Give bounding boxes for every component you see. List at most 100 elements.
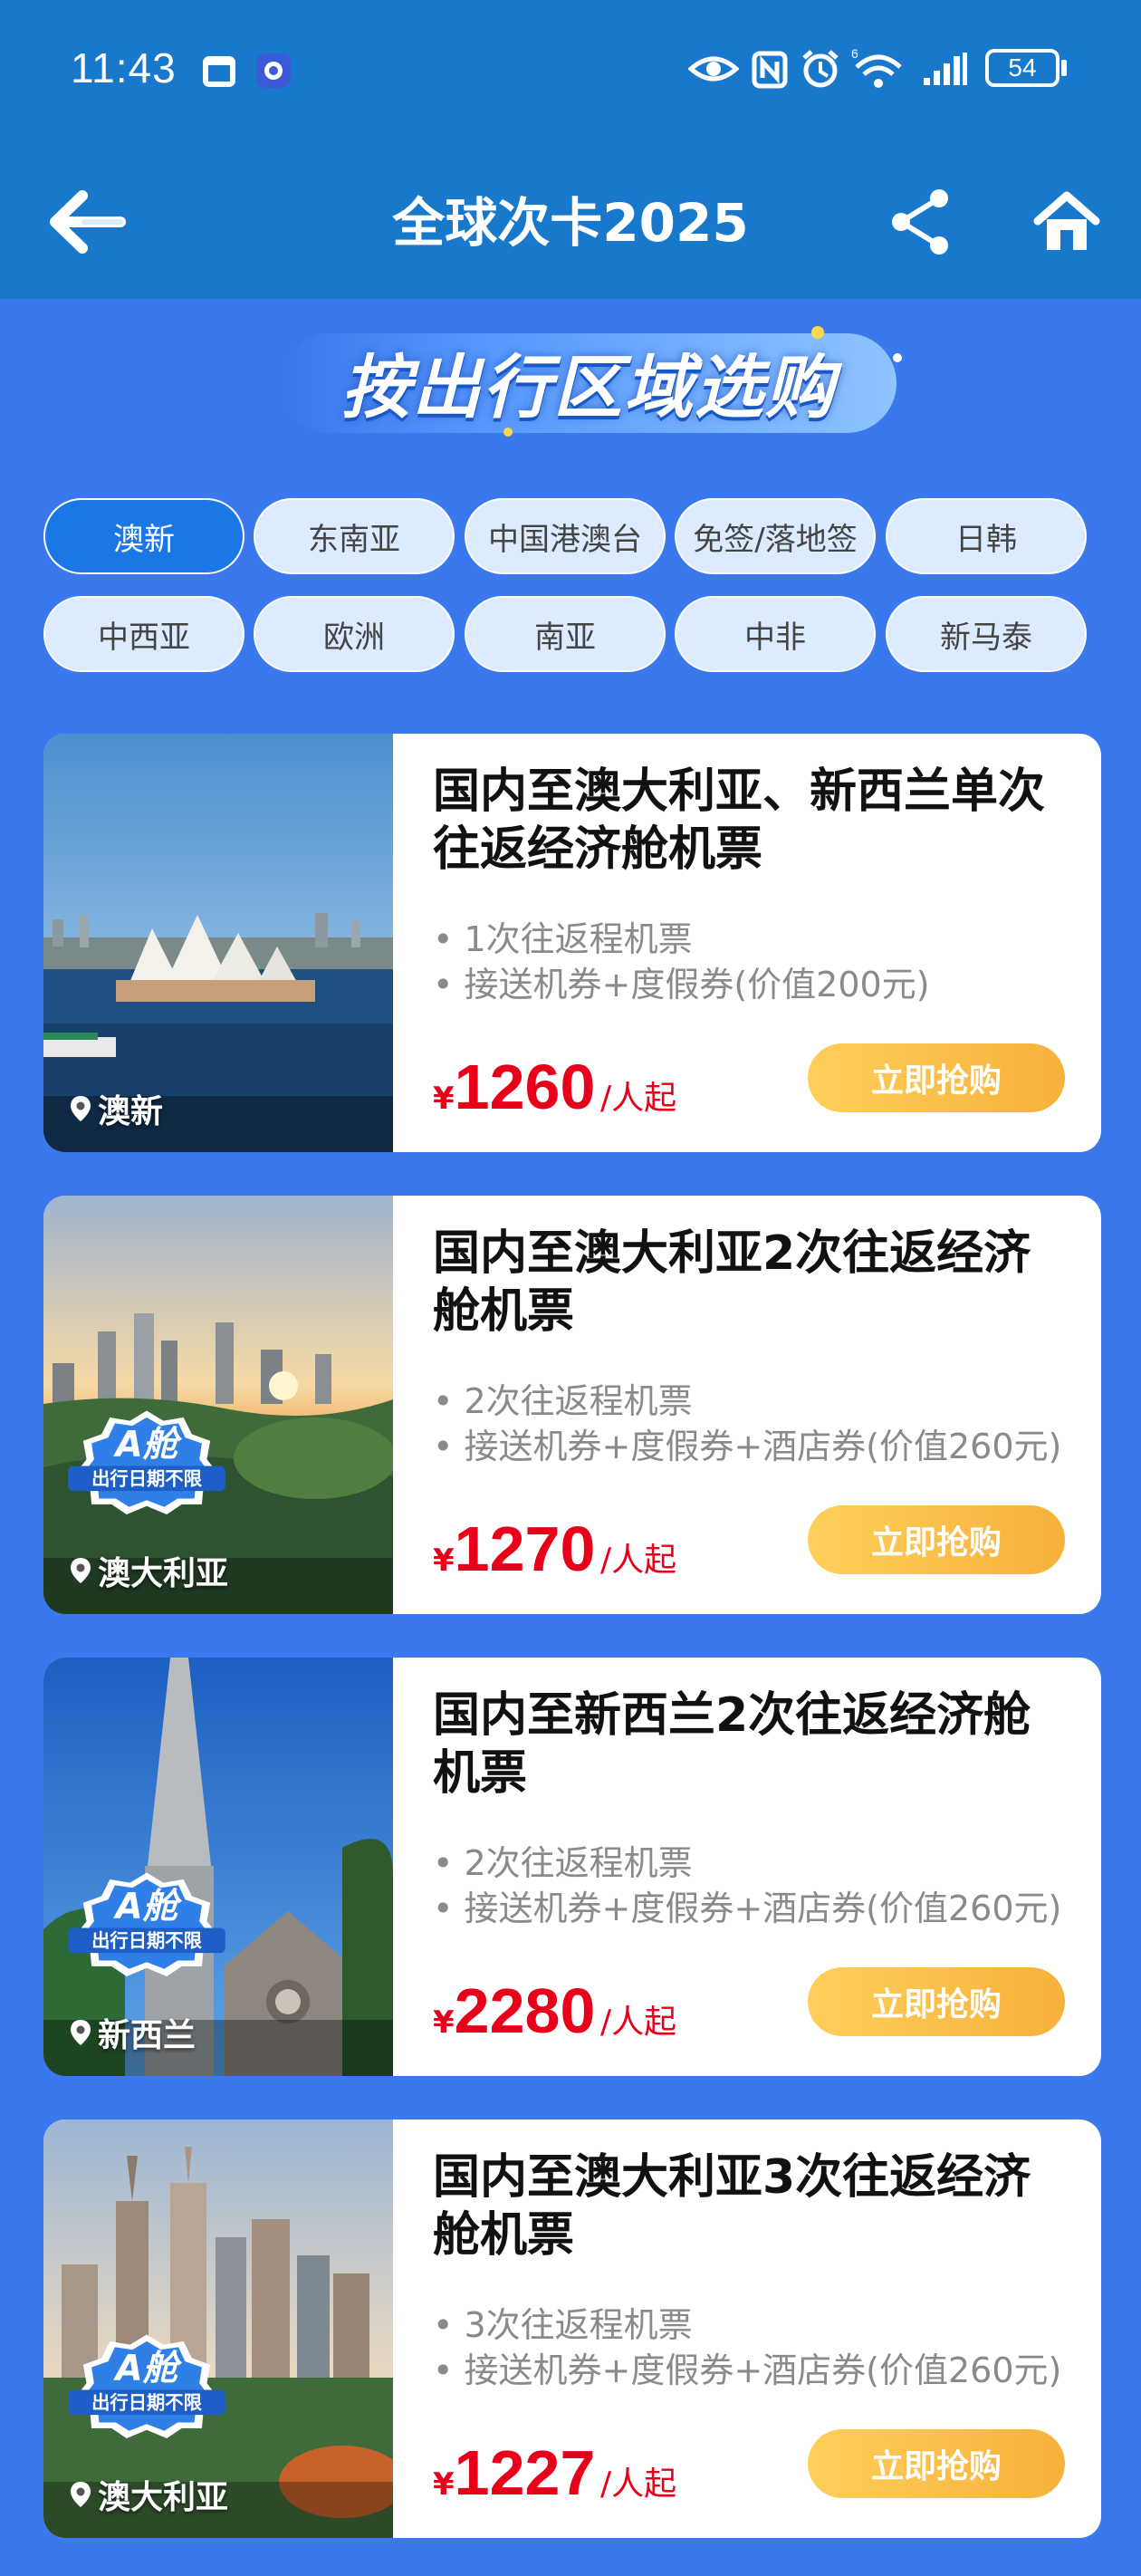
feature-text: 接送机券+度假券+酒店券(价值260元): [464, 1427, 1062, 1466]
location-pin-icon: [71, 2482, 91, 2507]
home-icon: [1033, 191, 1100, 250]
tab-region[interactable]: 东南亚: [254, 498, 455, 574]
feature-text: 2次往返程机票: [464, 1843, 693, 1883]
badge-subtitle: 出行日期不限: [91, 2392, 202, 2414]
location-pin-icon: [71, 1558, 91, 1583]
location-text: 澳大利亚: [98, 1555, 229, 1592]
cabin-a-badge: A舱 出行日期不限: [68, 1410, 225, 1514]
product-card[interactable]: A舱 出行日期不限 澳大利亚 国内至澳大利亚2次往返经济舱机票 • 2次往返程机…: [43, 1196, 1101, 1614]
feature-item: • 接送机券+度假券(价值200元): [433, 965, 930, 1004]
tab-region[interactable]: 新马泰: [886, 596, 1087, 672]
badge-subtitle: 出行日期不限: [91, 1468, 202, 1490]
price: ¥1270 /人起: [433, 1513, 676, 1585]
currency-symbol: ¥: [433, 2004, 455, 2041]
tab-region[interactable]: 南亚: [465, 596, 666, 672]
home-button[interactable]: [1021, 177, 1112, 267]
price: ¥2280 /人起: [433, 1975, 676, 2047]
svg-text:6: 6: [851, 46, 858, 61]
tab-region[interactable]: 欧洲: [254, 596, 455, 672]
location-label: 新西兰: [69, 2009, 196, 2056]
product-image: A舱 出行日期不限 新西兰: [43, 1658, 393, 2076]
feature-text: 接送机券+度假券(价值200元): [464, 965, 930, 1004]
battery-level: 54: [1008, 53, 1037, 82]
buy-now-button[interactable]: 立即抢购: [808, 2429, 1065, 2498]
status-time: 11:43: [71, 44, 177, 91]
price-value: 1260: [454, 1052, 596, 1122]
tab-region[interactable]: 中国港澳台: [465, 498, 666, 574]
feature-item: • 接送机券+度假券+酒店券(价值260元): [433, 2350, 1062, 2390]
calendar-icon: [203, 56, 235, 87]
location-text: 澳新: [98, 1093, 164, 1130]
product-title: 国内至澳大利亚2次往返经济舱机票: [433, 1226, 1031, 1339]
feature-text: 接送机券+度假券+酒店券(价值260元): [464, 2350, 1062, 2390]
product-title: 国内至新西兰2次往返经济舱机票: [433, 1688, 1031, 1801]
nfc-icon: [752, 51, 788, 89]
tab-region[interactable]: 中西亚: [43, 596, 244, 672]
product-image: A舱 出行日期不限 澳大利亚: [43, 2119, 393, 2538]
cabin-a-badge: A舱 出行日期不限: [68, 2334, 225, 2438]
badge-title: A舱: [113, 1424, 183, 1465]
product-title: 国内至澳大利亚3次往返经济舱机票: [433, 2150, 1031, 2263]
alarm-icon: [802, 50, 839, 88]
feature-item: • 1次往返程机票: [433, 919, 693, 959]
battery-tip: [1061, 60, 1067, 76]
price-value: 1270: [454, 1514, 596, 1584]
feature-item: • 2次往返程机票: [433, 1381, 693, 1421]
location-label: 澳大利亚: [69, 1547, 228, 1594]
feature-text: 2次往返程机票: [464, 1381, 693, 1421]
app-notification-icon: [256, 53, 291, 88]
location-text: 新西兰: [98, 2017, 197, 2054]
location-text: 澳大利亚: [98, 2479, 229, 2516]
tab-region[interactable]: 澳新: [43, 498, 244, 574]
feature-text: 3次往返程机票: [464, 2305, 693, 2345]
price-value: 2280: [454, 1975, 596, 2046]
share-button[interactable]: [875, 177, 965, 267]
price-unit: /人起: [599, 2004, 677, 2041]
tab-region[interactable]: 日韩: [886, 498, 1087, 574]
badge-title: A舱: [113, 2348, 183, 2389]
currency-symbol: ¥: [433, 1543, 455, 1579]
feature-item: • 2次往返程机票: [433, 1843, 693, 1883]
signal-icon: [924, 53, 967, 85]
price-unit: /人起: [599, 2465, 677, 2503]
location-label: 澳新: [69, 1085, 163, 1132]
buy-now-button[interactable]: 立即抢购: [808, 1967, 1065, 2036]
section-header: 按出行区域选购: [272, 326, 906, 444]
buy-now-button[interactable]: 立即抢购: [808, 1505, 1065, 1574]
section-title: 按出行区域选购: [341, 347, 836, 428]
price-value: 1227: [454, 2437, 596, 2508]
product-card[interactable]: 澳新 国内至澳大利亚、新西兰单次往返经济舱机票 • 1次往返程机票 • 接送机券…: [43, 734, 1101, 1152]
feature-text: 接送机券+度假券+酒店券(价值260元): [464, 1889, 1062, 1928]
feature-item: • 接送机券+度假券+酒店券(价值260元): [433, 1427, 1062, 1466]
location-pin-icon: [71, 2020, 91, 2045]
buy-now-button[interactable]: 立即抢购: [808, 1043, 1065, 1112]
product-title: 国内至澳大利亚、新西兰单次往返经济舱机票: [433, 764, 1046, 877]
page-title: 全球次卡2025: [392, 192, 749, 254]
currency-symbol: ¥: [433, 1081, 455, 1117]
cabin-a-badge: A舱 出行日期不限: [68, 1872, 225, 1976]
location-pin-icon: [71, 1096, 91, 1121]
feature-text: 1次往返程机票: [464, 919, 693, 959]
price: ¥1227 /人起: [433, 2437, 676, 2509]
product-image: A舱 出行日期不限 澳大利亚: [43, 1196, 393, 1614]
badge-subtitle: 出行日期不限: [91, 1930, 202, 1952]
product-card[interactable]: A舱 出行日期不限 澳大利亚 国内至澳大利亚3次往返经济舱机票 • 3次往返程机…: [43, 2119, 1101, 2538]
product-card[interactable]: A舱 出行日期不限 新西兰 国内至新西兰2次往返经济舱机票 • 2次往返程机票 …: [43, 1658, 1101, 2076]
feature-item: • 3次往返程机票: [433, 2305, 693, 2345]
feature-item: • 接送机券+度假券+酒店券(价值260元): [433, 1889, 1062, 1928]
price-unit: /人起: [599, 1542, 677, 1579]
currency-symbol: ¥: [433, 2466, 455, 2503]
eye-icon: [688, 56, 739, 82]
location-label: 澳大利亚: [69, 2471, 228, 2518]
tab-region[interactable]: 免签/落地签: [675, 498, 876, 574]
tab-region[interactable]: 中非: [675, 596, 876, 672]
badge-title: A舱: [113, 1886, 183, 1927]
product-image: 澳新: [43, 734, 393, 1152]
battery-indicator: 54: [985, 49, 1060, 87]
share-icon: [892, 189, 948, 255]
price-unit: /人起: [599, 1080, 677, 1117]
status-bar: 11:43 6 54: [0, 0, 1141, 140]
nav-bar: 全球次卡2025: [0, 140, 1141, 299]
wifi-icon: 6: [851, 46, 902, 88]
price: ¥1260 /人起: [433, 1051, 676, 1123]
